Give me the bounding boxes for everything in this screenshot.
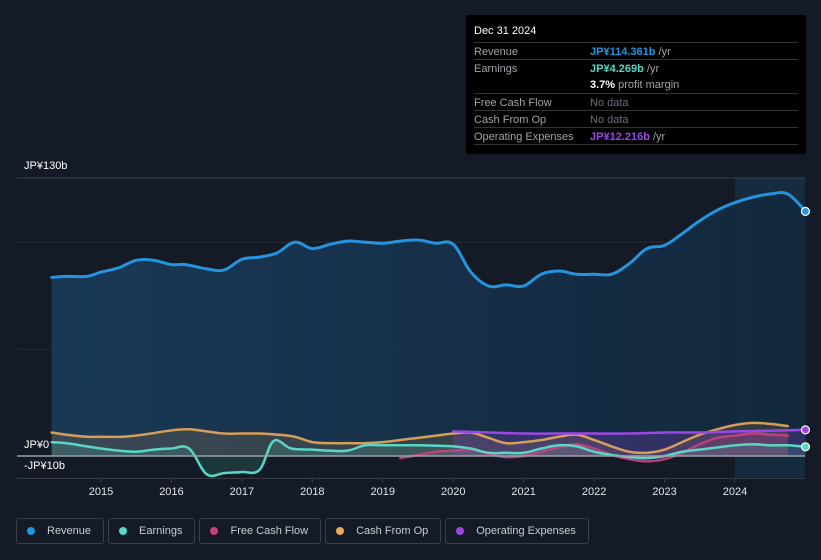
legend-item-operating-expenses[interactable]: Operating Expenses [445,518,589,544]
endpoint-revenue [800,206,811,216]
tooltip-divider [474,144,798,145]
tooltip-row-label: Revenue [474,46,519,58]
legend: Revenue Earnings Free Cash Flow Cash From O… [16,518,589,546]
tooltip-row: Revenue JP¥114.361b /yr [474,42,798,60]
legend-label: Revenue [47,525,92,537]
legend-label: Cash From Op [356,525,429,537]
endpoint-earnings [800,442,811,452]
x-tick-label: 2019 [371,486,395,498]
tooltip-row-value: JP¥12.216b /yr [590,131,666,143]
x-tick-label: 2024 [723,486,747,498]
legend-dot-icon [336,527,345,535]
legend-item-free-cash-flow[interactable]: Free Cash Flow [199,518,322,544]
tooltip-row: Cash From Op No data [474,110,798,128]
tooltip-row-label: Earnings [474,63,518,75]
area-revenue [51,192,806,457]
legend-label: Free Cash Flow [230,525,309,537]
tooltip-row-value: JP¥114.361b /yr [590,46,671,58]
legend-dot-icon [210,527,219,535]
tooltip-row-value: No data [590,114,629,126]
y-axis-top-label: JP¥130b [24,160,68,172]
x-tick-label: 2022 [582,486,606,498]
x-tick-label: 2015 [89,486,113,498]
tooltip-row-value: 3.7% profit margin [590,79,680,91]
x-tick-label: 2018 [300,486,324,498]
legend-label: Operating Expenses [476,525,576,537]
tooltip-row-value: JP¥4.269b /yr [590,63,660,75]
tooltip-row: Earnings JP¥4.269b /yr [474,59,798,77]
x-axis: 2015 2016 2017 2018 2019 2020 2021 2022 2023 2024 [17,477,805,498]
x-tick-label: 2020 [441,486,465,498]
tooltip-row-label: Cash From Op [474,114,547,126]
y-axis-zero-label: JP¥0 [24,439,50,451]
y-axis-neg-label: -JP¥10b [24,460,65,472]
legend-dot-icon [27,527,35,535]
legend-label: Earnings [139,525,183,537]
x-tick-label: 2021 [511,486,535,498]
tooltip-panel: Dec 31 2024 Revenue JP¥114.361b /yr Earnin… [466,15,806,154]
tooltip-date: Dec 31 2024 [474,25,537,37]
legend-item-revenue[interactable]: Revenue [16,518,105,544]
tooltip-row-label: Operating Expenses [474,131,574,143]
x-tick-label: 2016 [159,486,183,498]
tooltip-row: Free Cash Flow No data [474,93,798,111]
legend-item-cash-from-op[interactable]: Cash From Op [325,518,442,544]
tooltip-row: Operating Expenses JP¥12.216b /yr [474,127,798,145]
tooltip-row-value: No data [590,97,629,109]
legend-item-earnings[interactable]: Earnings [108,518,196,544]
x-tick-label: 2017 [230,486,254,498]
endpoint-operating-expenses [800,425,811,435]
tooltip-row-label: Free Cash Flow [474,97,552,109]
tooltip-row: 3.7% profit margin [474,76,798,93]
legend-dot-icon [456,527,465,535]
x-tick-label: 2023 [652,486,676,498]
legend-dot-icon [119,527,128,535]
